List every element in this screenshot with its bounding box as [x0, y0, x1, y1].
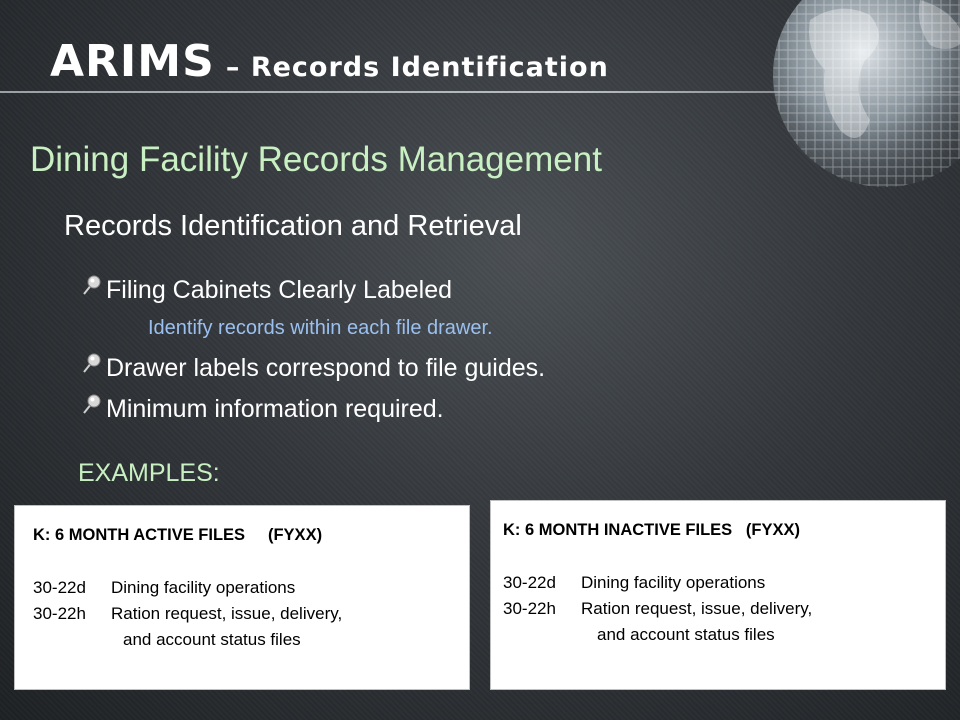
bullet-text: Drawer labels correspond to file guides.: [106, 354, 546, 382]
slide-subtitle: Dining Facility Records Management: [30, 140, 602, 179]
example-card-title: K: 6 MONTH ACTIVE FILES (FYXX): [33, 526, 323, 544]
bullet-text: Filing Cabinets Clearly Labeled: [106, 276, 453, 304]
pin-bullet-icon: [83, 275, 101, 295]
record-code: 30-22h: [33, 604, 86, 623]
example-card-active: K: 6 MONTH ACTIVE FILES (FYXX) 30-22d Di…: [14, 505, 470, 690]
examples-label: EXAMPLES:: [78, 459, 220, 487]
record-description: Ration request, issue, delivery,: [581, 599, 813, 618]
title-suffix: – Records Identification: [225, 52, 609, 83]
bullet-item: Filing Cabinets Clearly Labeled: [80, 275, 453, 305]
bullet-item: Minimum information required.: [80, 394, 444, 424]
example-card-inactive: K: 6 MONTH INACTIVE FILES (FYXX) 30-22d …: [490, 500, 946, 690]
record-code: 30-22d: [33, 578, 86, 597]
record-description: Ration request, issue, delivery,: [111, 604, 343, 623]
record-description: Dining facility operations: [111, 578, 296, 597]
pin-bullet-icon: [83, 353, 101, 373]
title-divider: [0, 91, 960, 93]
section-heading: Records Identification and Retrieval: [64, 210, 522, 242]
record-description-continuation: and account status files: [123, 630, 301, 649]
page-title: ARIMS – Records Identification: [50, 36, 609, 87]
example-card-title: K: 6 MONTH INACTIVE FILES (FYXX): [503, 521, 801, 539]
pin-bullet-icon: [83, 394, 101, 414]
record-description: Dining facility operations: [581, 573, 766, 592]
bullet-text: Minimum information required.: [106, 395, 444, 423]
bullet-item: Drawer labels correspond to file guides.: [80, 353, 546, 383]
title-main: ARIMS: [50, 36, 215, 87]
record-code: 30-22h: [503, 599, 556, 618]
record-description-continuation: and account status files: [597, 625, 775, 644]
wireframe-globe-icon: [773, 0, 960, 187]
sub-note: Identify records within each file drawer…: [148, 317, 493, 339]
record-code: 30-22d: [503, 573, 556, 592]
